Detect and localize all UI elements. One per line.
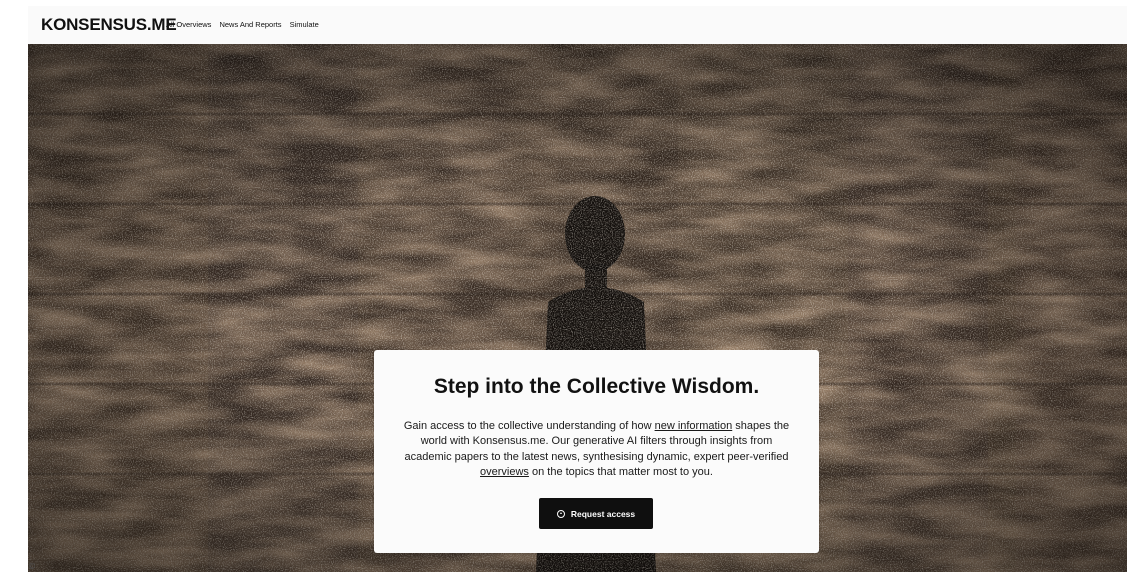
nav-link-simulate[interactable]: Simulate bbox=[290, 20, 319, 29]
request-access-button[interactable]: Request access bbox=[539, 498, 653, 529]
top-navbar: KONSENSUS.ME All Overviews News And Repo… bbox=[28, 6, 1127, 44]
hero-description-part3: on the topics that matter most to you. bbox=[528, 465, 713, 478]
new-information-link[interactable]: new information bbox=[655, 420, 733, 432]
copyright-symbol: © bbox=[28, 562, 36, 571]
overviews-link[interactable]: overviews bbox=[480, 466, 529, 478]
arrow-up-circle-icon bbox=[556, 509, 565, 518]
hero-description-part1: Gain access to the collective understand… bbox=[403, 420, 655, 432]
nav-link-news-and-reports[interactable]: News And Reports bbox=[219, 20, 281, 29]
nav-link-all-overviews[interactable]: All Overviews bbox=[166, 20, 211, 29]
site-logo[interactable]: KONSENSUS.ME bbox=[41, 15, 177, 35]
hero-title: Step into the Collective Wisdom. bbox=[433, 375, 760, 398]
hero-card: Step into the Collective Wisdom. Gain ac… bbox=[374, 350, 819, 553]
request-access-label: Request access bbox=[570, 508, 636, 519]
hero-description: Gain access to the collective understand… bbox=[396, 419, 797, 480]
nav-links: All Overviews News And Reports Simulate bbox=[166, 20, 319, 29]
